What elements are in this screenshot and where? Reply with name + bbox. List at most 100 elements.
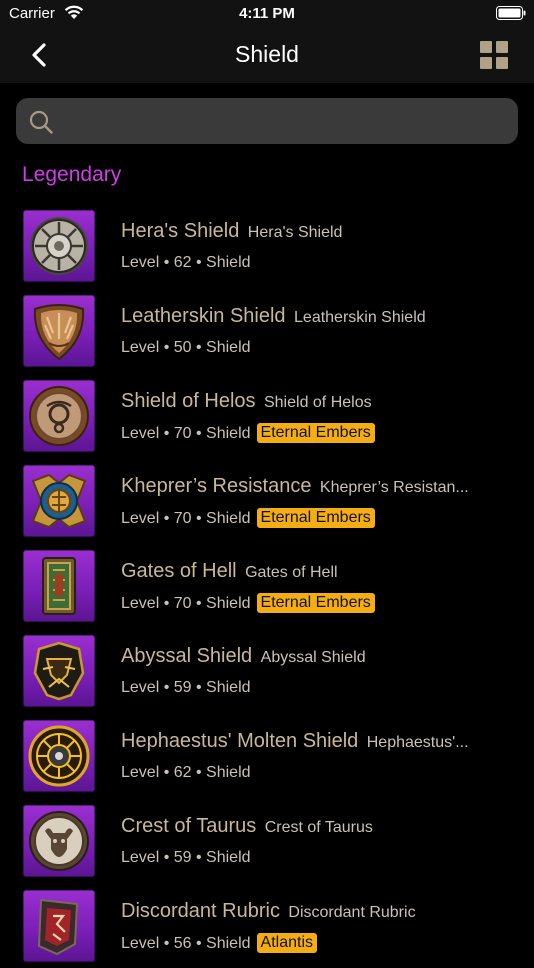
item-tag: Atlantis: [256, 933, 317, 953]
item-name: Kheprer’s Resistance: [121, 475, 312, 497]
molten-shield-icon: [28, 725, 90, 787]
item-list: Hera's Shield Hera's Shield Level • 62 •…: [0, 203, 534, 968]
level-label: Level: [121, 935, 160, 952]
level-value: 62: [173, 254, 192, 271]
clock: 4:11 PM: [239, 5, 295, 22]
item-meta: Level • 70 • Shield Eternal Embers: [121, 593, 375, 614]
item-thumbnail: [23, 295, 95, 367]
item-type: Shield: [206, 935, 251, 952]
item-tag: Eternal Embers: [256, 423, 375, 443]
item-title-line: Abyssal Shield Abyssal Shield: [121, 645, 510, 668]
level-value: 59: [173, 849, 192, 866]
item-thumbnail: [23, 550, 95, 622]
battery-icon: [496, 6, 526, 20]
level-label: Level: [121, 595, 160, 612]
item-name: Leatherskin Shield: [121, 305, 286, 327]
level-value: 59: [173, 679, 192, 696]
list-item[interactable]: Leatherskin Shield Leatherskin Shield Le…: [0, 288, 534, 373]
item-meta: Level • 70 • Shield Eternal Embers: [121, 423, 375, 444]
list-item[interactable]: Gates of Hell Gates of Hell Level • 70 •…: [0, 543, 534, 628]
item-meta: Level • 62 • Shield: [121, 254, 251, 271]
list-item[interactable]: Discordant Rubric Discordant Rubric Leve…: [0, 883, 534, 968]
list-item[interactable]: Shield of Helos Shield of Helos Level • …: [0, 373, 534, 458]
item-name: Shield of Helos: [121, 390, 256, 412]
dark-spiked-shield-icon: [33, 641, 85, 701]
level-value: 70: [173, 425, 192, 442]
search-input[interactable]: [64, 106, 508, 138]
item-thumbnail: [23, 465, 95, 537]
level-value: 62: [173, 764, 192, 781]
item-name: Abyssal Shield: [121, 645, 253, 667]
item-name: Discordant Rubric: [121, 900, 280, 922]
scarab-shield-icon: [31, 473, 87, 529]
item-thumbnail: [23, 635, 95, 707]
leather-shield-icon: [33, 304, 85, 361]
item-thumbnail: [23, 210, 95, 282]
item-meta: Level • 59 • Shield: [121, 679, 251, 696]
item-title-line: Kheprer’s Resistance Kheprer’s Resistan.…: [121, 475, 510, 498]
level-value: 70: [173, 595, 192, 612]
grid-view-icon[interactable]: [480, 41, 508, 69]
item-thumbnail: [23, 720, 95, 792]
item-title-line: Hera's Shield Hera's Shield: [121, 220, 510, 243]
bronze-round-shield-icon: [29, 386, 89, 446]
list-item[interactable]: Abyssal Shield Abyssal Shield Level • 59…: [0, 628, 534, 713]
item-alt-name: Crest of Taurus: [264, 819, 373, 836]
item-type: Shield: [206, 764, 251, 781]
item-title-line: Shield of Helos Shield of Helos: [121, 390, 510, 413]
list-item[interactable]: Kheprer’s Resistance Kheprer’s Resistan.…: [0, 458, 534, 543]
page-title: Shield: [235, 41, 299, 67]
search-bar[interactable]: [16, 98, 518, 144]
item-thumbnail: [23, 380, 95, 452]
item-thumbnail: [23, 805, 95, 877]
item-type: Shield: [206, 510, 251, 527]
item-title-line: Hephaestus' Molten Shield Hephaestus'...: [121, 730, 510, 753]
list-item[interactable]: Hera's Shield Hera's Shield Level • 62 •…: [0, 203, 534, 288]
item-alt-name: Kheprer’s Resistan...: [319, 479, 469, 496]
item-type: Shield: [206, 425, 251, 442]
item-meta: Level • 70 • Shield Eternal Embers: [121, 508, 375, 529]
item-type: Shield: [206, 339, 251, 356]
level-label: Level: [121, 679, 160, 696]
item-alt-name: Abyssal Shield: [260, 649, 366, 666]
item-meta: Level • 50 • Shield: [121, 339, 251, 356]
level-value: 56: [173, 935, 192, 952]
list-item[interactable]: Crest of Taurus Crest of Taurus Level • …: [0, 798, 534, 883]
item-title-line: Crest of Taurus Crest of Taurus: [121, 815, 510, 838]
item-alt-name: Hephaestus'...: [366, 734, 469, 751]
tower-shield-icon: [42, 557, 76, 615]
item-name: Hephaestus' Molten Shield: [121, 730, 359, 752]
item-title-line: Leatherskin Shield Leatherskin Shield: [121, 305, 510, 328]
item-tag: Eternal Embers: [256, 593, 375, 613]
item-tag: Eternal Embers: [256, 508, 375, 528]
level-label: Level: [121, 849, 160, 866]
list-item[interactable]: Hephaestus' Molten Shield Hephaestus'...…: [0, 713, 534, 798]
search-icon: [29, 110, 53, 134]
bull-crest-shield-icon: [29, 811, 89, 871]
item-alt-name: Discordant Rubric: [288, 904, 416, 921]
item-type: Shield: [206, 849, 251, 866]
level-label: Level: [121, 425, 160, 442]
item-alt-name: Hera's Shield: [247, 224, 343, 241]
item-thumbnail: [23, 890, 95, 962]
rune-shield-icon: [37, 898, 79, 956]
level-label: Level: [121, 764, 160, 781]
item-name: Crest of Taurus: [121, 815, 257, 837]
level-value: 50: [173, 339, 192, 356]
section-header-legendary: Legendary: [22, 163, 122, 186]
item-meta: Level • 56 • Shield Atlantis: [121, 933, 317, 954]
item-alt-name: Gates of Hell: [245, 564, 338, 581]
level-label: Level: [121, 510, 160, 527]
round-silver-shield-icon: [30, 217, 88, 275]
item-alt-name: Shield of Helos: [263, 394, 372, 411]
item-alt-name: Leatherskin Shield: [294, 309, 426, 326]
status-bar: Carrier 4:11 PM: [0, 0, 534, 28]
navigation-bar: Shield: [0, 28, 534, 83]
item-meta: Level • 59 • Shield: [121, 849, 251, 866]
item-title-line: Discordant Rubric Discordant Rubric: [121, 900, 510, 923]
item-type: Shield: [206, 595, 251, 612]
level-value: 70: [173, 510, 192, 527]
item-type: Shield: [206, 679, 251, 696]
item-type: Shield: [206, 254, 251, 271]
item-title-line: Gates of Hell Gates of Hell: [121, 560, 510, 583]
